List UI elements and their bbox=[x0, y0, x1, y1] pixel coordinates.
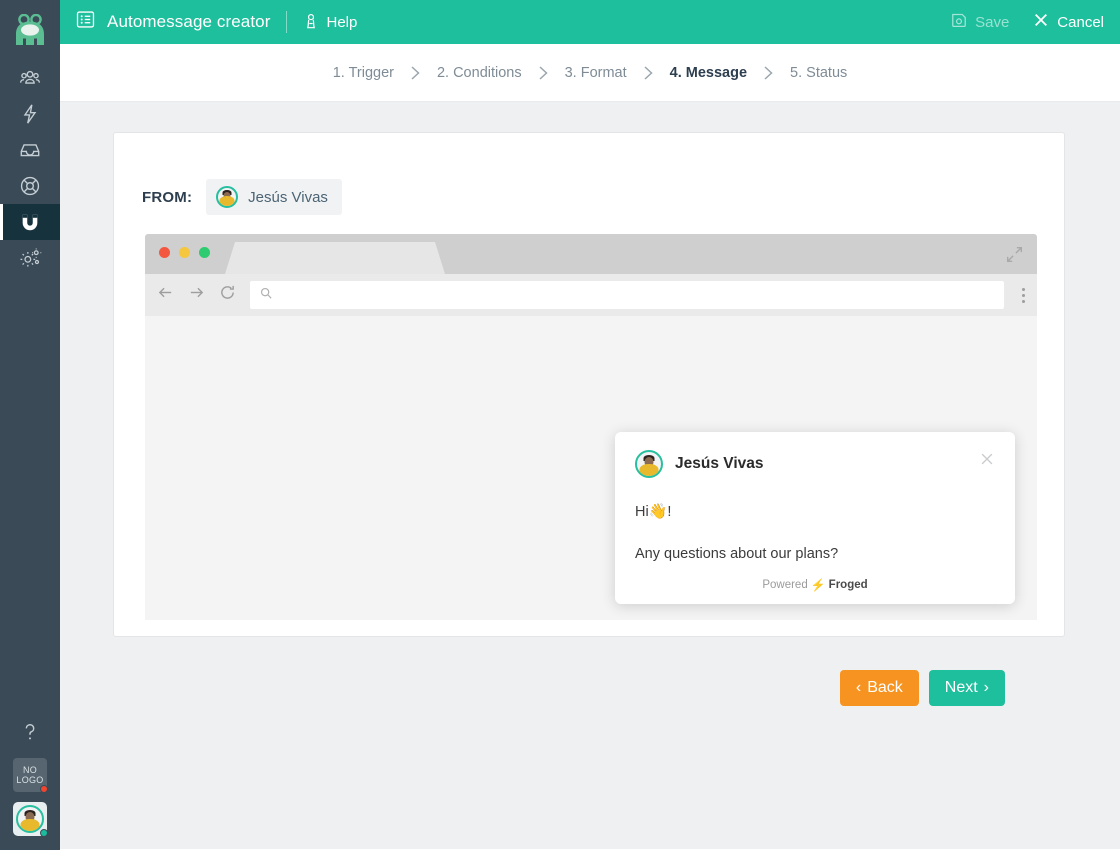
browser-nav-buttons bbox=[157, 284, 236, 306]
sender-avatar bbox=[216, 186, 239, 208]
app-root: NO LOGO Automessage creator Help Save Ca… bbox=[0, 0, 1120, 850]
powered-by-footer: Powered ⚡ Froged bbox=[635, 578, 995, 592]
close-x-icon bbox=[1033, 12, 1049, 32]
inbox-icon bbox=[20, 144, 40, 157]
step-format[interactable]: 3. Format bbox=[561, 65, 631, 81]
step-trigger[interactable]: 1. Trigger bbox=[329, 65, 398, 81]
cancel-button[interactable]: Cancel bbox=[1033, 12, 1104, 32]
waving-hand-icon: 👋 bbox=[648, 503, 668, 520]
sidebar-item-users[interactable] bbox=[0, 60, 60, 96]
close-window-dot bbox=[159, 247, 170, 258]
sender-avatar bbox=[635, 450, 663, 478]
chat-sender-name: Jesús Vivas bbox=[675, 455, 764, 472]
url-input[interactable] bbox=[250, 281, 1004, 309]
next-label: Next bbox=[944, 679, 978, 696]
chevron-right-icon bbox=[538, 65, 549, 81]
browser-viewport: Jesús Vivas Hi👋! Any questions about our… bbox=[145, 316, 1037, 620]
nologo-line-1: NO bbox=[22, 765, 38, 775]
chevron-left-icon: ‹ bbox=[855, 679, 862, 696]
floppy-disk-icon bbox=[951, 12, 967, 32]
nologo-line-2: LOGO bbox=[16, 775, 44, 785]
status-dot-online bbox=[40, 829, 48, 837]
expand-arrows-icon[interactable] bbox=[1006, 246, 1023, 268]
chat-message-line-2: Any questions about our plans? bbox=[635, 546, 839, 562]
arrow-right-icon[interactable] bbox=[188, 284, 205, 306]
sidebar-footer: NO LOGO bbox=[0, 721, 60, 837]
lifebuoy-icon bbox=[303, 12, 319, 33]
sidebar-item-automessages[interactable] bbox=[0, 204, 60, 240]
lifebuoy-icon bbox=[20, 176, 40, 196]
chevron-right-icon bbox=[763, 65, 774, 81]
lightning-bolt-icon: ⚡ bbox=[810, 578, 826, 592]
sidebar: NO LOGO bbox=[0, 0, 60, 850]
avatar-image bbox=[16, 805, 44, 833]
main-area: Automessage creator Help Save Cancel 1. … bbox=[60, 0, 1120, 850]
content-area: FROM: Jesús Vivas Jesús Vivas Hi👋! Any q… bbox=[60, 102, 1120, 849]
close-x-icon[interactable] bbox=[979, 451, 995, 472]
top-bar: Automessage creator Help Save Cancel bbox=[60, 0, 1120, 44]
maximize-window-dot bbox=[199, 247, 210, 258]
message-editor-card: FROM: Jesús Vivas Jesús Vivas Hi👋! Any q… bbox=[113, 132, 1065, 637]
wizard-breadcrumb: 1. Trigger 2. Conditions 3. Format 4. Me… bbox=[60, 44, 1120, 102]
top-bar-actions: Save Cancel bbox=[951, 12, 1104, 32]
company-logo-placeholder[interactable]: NO LOGO bbox=[13, 758, 48, 793]
sidebar-item-settings[interactable] bbox=[0, 240, 60, 276]
save-button[interactable]: Save bbox=[951, 12, 1009, 32]
frog-logo-icon bbox=[16, 14, 44, 45]
help-label: Help bbox=[326, 13, 358, 31]
status-dot-offline bbox=[40, 785, 48, 793]
save-label: Save bbox=[975, 13, 1010, 31]
browser-preview: Jesús Vivas Hi👋! Any questions about our… bbox=[145, 234, 1037, 620]
minimize-window-dot bbox=[179, 247, 190, 258]
powered-prefix: Powered bbox=[762, 579, 808, 591]
step-conditions[interactable]: 2. Conditions bbox=[433, 65, 526, 81]
sidebar-nav bbox=[0, 60, 60, 276]
powered-brand: Froged bbox=[828, 579, 868, 591]
chevron-right-icon bbox=[643, 65, 654, 81]
browser-toolbar bbox=[145, 274, 1037, 316]
lightning-bolt-icon bbox=[23, 104, 37, 124]
step-message[interactable]: 4. Message bbox=[666, 65, 751, 81]
question-mark-icon[interactable] bbox=[20, 721, 40, 748]
page-title: Automessage creator bbox=[107, 12, 271, 31]
back-label: Back bbox=[867, 679, 903, 696]
browser-tab[interactable] bbox=[225, 242, 445, 274]
from-sender-name: Jesús Vivas bbox=[248, 188, 328, 206]
top-bar-left: Automessage creator Help bbox=[76, 10, 357, 34]
traffic-lights bbox=[159, 247, 210, 258]
kebab-menu-icon[interactable] bbox=[1018, 287, 1025, 303]
reload-icon[interactable] bbox=[219, 284, 236, 306]
browser-chrome bbox=[145, 234, 1037, 274]
step-status[interactable]: 5. Status bbox=[786, 65, 851, 81]
sidebar-item-inbox[interactable] bbox=[0, 132, 60, 168]
divider bbox=[286, 11, 288, 33]
list-document-icon bbox=[76, 10, 95, 34]
chat-message-popup: Jesús Vivas Hi👋! Any questions about our… bbox=[615, 432, 1015, 604]
users-icon bbox=[19, 70, 41, 84]
cancel-label: Cancel bbox=[1057, 13, 1104, 31]
next-button[interactable]: Next › bbox=[928, 670, 1005, 706]
search-icon bbox=[260, 286, 272, 304]
sidebar-item-help-center[interactable] bbox=[0, 168, 60, 204]
chat-line-1-prefix: Hi bbox=[635, 504, 649, 520]
from-sender-chip[interactable]: Jesús Vivas bbox=[206, 179, 342, 215]
wizard-footer-buttons: ‹ Back Next › bbox=[839, 670, 1005, 706]
chat-popup-header: Jesús Vivas bbox=[635, 450, 995, 478]
froged-frog-logo[interactable] bbox=[0, 0, 60, 60]
sidebar-item-triggers[interactable] bbox=[0, 96, 60, 132]
from-row: FROM: Jesús Vivas bbox=[114, 133, 1064, 215]
back-button[interactable]: ‹ Back bbox=[839, 670, 919, 706]
from-label: FROM: bbox=[142, 188, 193, 206]
magnet-icon bbox=[22, 214, 38, 231]
gears-icon bbox=[20, 248, 41, 267]
chevron-right-icon: › bbox=[983, 679, 989, 696]
avatar[interactable] bbox=[13, 802, 48, 837]
arrow-left-icon[interactable] bbox=[157, 284, 174, 306]
chat-message-line-1: Hi👋! bbox=[635, 502, 995, 520]
chat-line-1-suffix: ! bbox=[667, 504, 672, 520]
chevron-right-icon bbox=[410, 65, 421, 81]
help-button[interactable]: Help bbox=[303, 12, 357, 33]
